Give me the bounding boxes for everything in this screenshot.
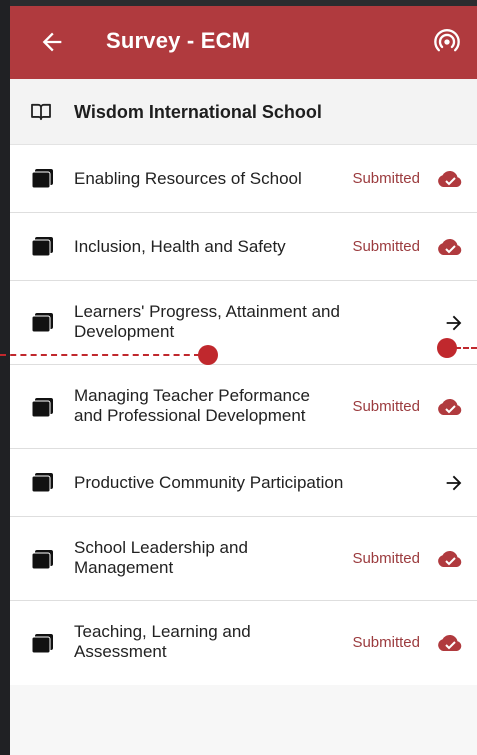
cloud-check-icon[interactable] bbox=[437, 398, 463, 416]
section-label-line1: Teaching, Learning and bbox=[74, 622, 251, 641]
window-left-rail bbox=[0, 0, 10, 755]
folder-icon bbox=[32, 634, 53, 653]
section-label-line1: Managing Teacher Peformance bbox=[74, 386, 310, 405]
section-item-community-participation[interactable]: Productive Community Participation bbox=[10, 449, 477, 517]
section-label: School Leadership and Management bbox=[74, 538, 248, 578]
status-label: Submitted bbox=[352, 170, 420, 187]
book-open-icon bbox=[31, 103, 51, 121]
broadcast-icon[interactable] bbox=[433, 28, 461, 56]
section-item-learners-progress[interactable]: Learners' Progress, Attainment and Devel… bbox=[10, 281, 477, 365]
section-label: Enabling Resources of School bbox=[74, 169, 302, 188]
section-label-line1: School Leadership and bbox=[74, 538, 248, 557]
school-name: Wisdom International School bbox=[74, 102, 322, 122]
arrow-right-icon[interactable] bbox=[443, 312, 465, 334]
list-footer-space bbox=[10, 691, 477, 755]
app-bar: Survey - ECM bbox=[10, 6, 477, 79]
app-screen: Survey - ECM Wisdom International School… bbox=[10, 6, 477, 755]
survey-section-list: Enabling Resources of School Submitted I… bbox=[10, 145, 477, 685]
status-label: Submitted bbox=[352, 634, 420, 651]
status-label: Submitted bbox=[352, 238, 420, 255]
annotation-marker-left bbox=[198, 345, 218, 365]
folder-icon bbox=[32, 473, 53, 492]
arrow-left-icon[interactable] bbox=[38, 28, 66, 56]
annotation-dashed-line-left bbox=[0, 354, 200, 356]
cloud-check-icon[interactable] bbox=[437, 238, 463, 256]
section-label: Managing Teacher Peformance and Professi… bbox=[74, 386, 310, 426]
section-label-line2: Assessment bbox=[74, 642, 167, 661]
folder-icon bbox=[32, 237, 53, 256]
school-header: Wisdom International School bbox=[10, 79, 477, 145]
section-item-enabling-resources[interactable]: Enabling Resources of School Submitted bbox=[10, 145, 477, 213]
folder-icon bbox=[32, 313, 53, 332]
page-title: Survey - ECM bbox=[106, 28, 251, 53]
section-label-line2: Development bbox=[74, 322, 175, 341]
status-label: Submitted bbox=[352, 398, 420, 415]
annotation-dashed-line-right bbox=[455, 347, 477, 349]
arrow-right-icon[interactable] bbox=[443, 472, 465, 494]
section-item-managing-teacher[interactable]: Managing Teacher Peformance and Professi… bbox=[10, 365, 477, 449]
section-label: Learners' Progress, Attainment and Devel… bbox=[74, 302, 340, 342]
section-item-school-leadership[interactable]: School Leadership and Management Submitt… bbox=[10, 517, 477, 601]
section-item-inclusion-health[interactable]: Inclusion, Health and Safety Submitted bbox=[10, 213, 477, 281]
section-label-line2: and Professional Development bbox=[74, 406, 306, 425]
folder-icon bbox=[32, 550, 53, 569]
annotation-marker-right bbox=[437, 338, 457, 358]
section-label-line2: Management bbox=[74, 558, 174, 577]
section-item-teaching-learning[interactable]: Teaching, Learning and Assessment Submit… bbox=[10, 601, 477, 685]
section-label-line1: Learners' Progress, Attainment and bbox=[74, 302, 340, 321]
section-label: Inclusion, Health and Safety bbox=[74, 237, 286, 256]
folder-icon bbox=[32, 169, 53, 188]
section-label: Teaching, Learning and Assessment bbox=[74, 622, 251, 662]
cloud-check-icon[interactable] bbox=[437, 170, 463, 188]
status-label: Submitted bbox=[352, 550, 420, 567]
folder-icon bbox=[32, 398, 53, 417]
cloud-check-icon[interactable] bbox=[437, 634, 463, 652]
cloud-check-icon[interactable] bbox=[437, 550, 463, 568]
section-label: Productive Community Participation bbox=[74, 473, 344, 492]
